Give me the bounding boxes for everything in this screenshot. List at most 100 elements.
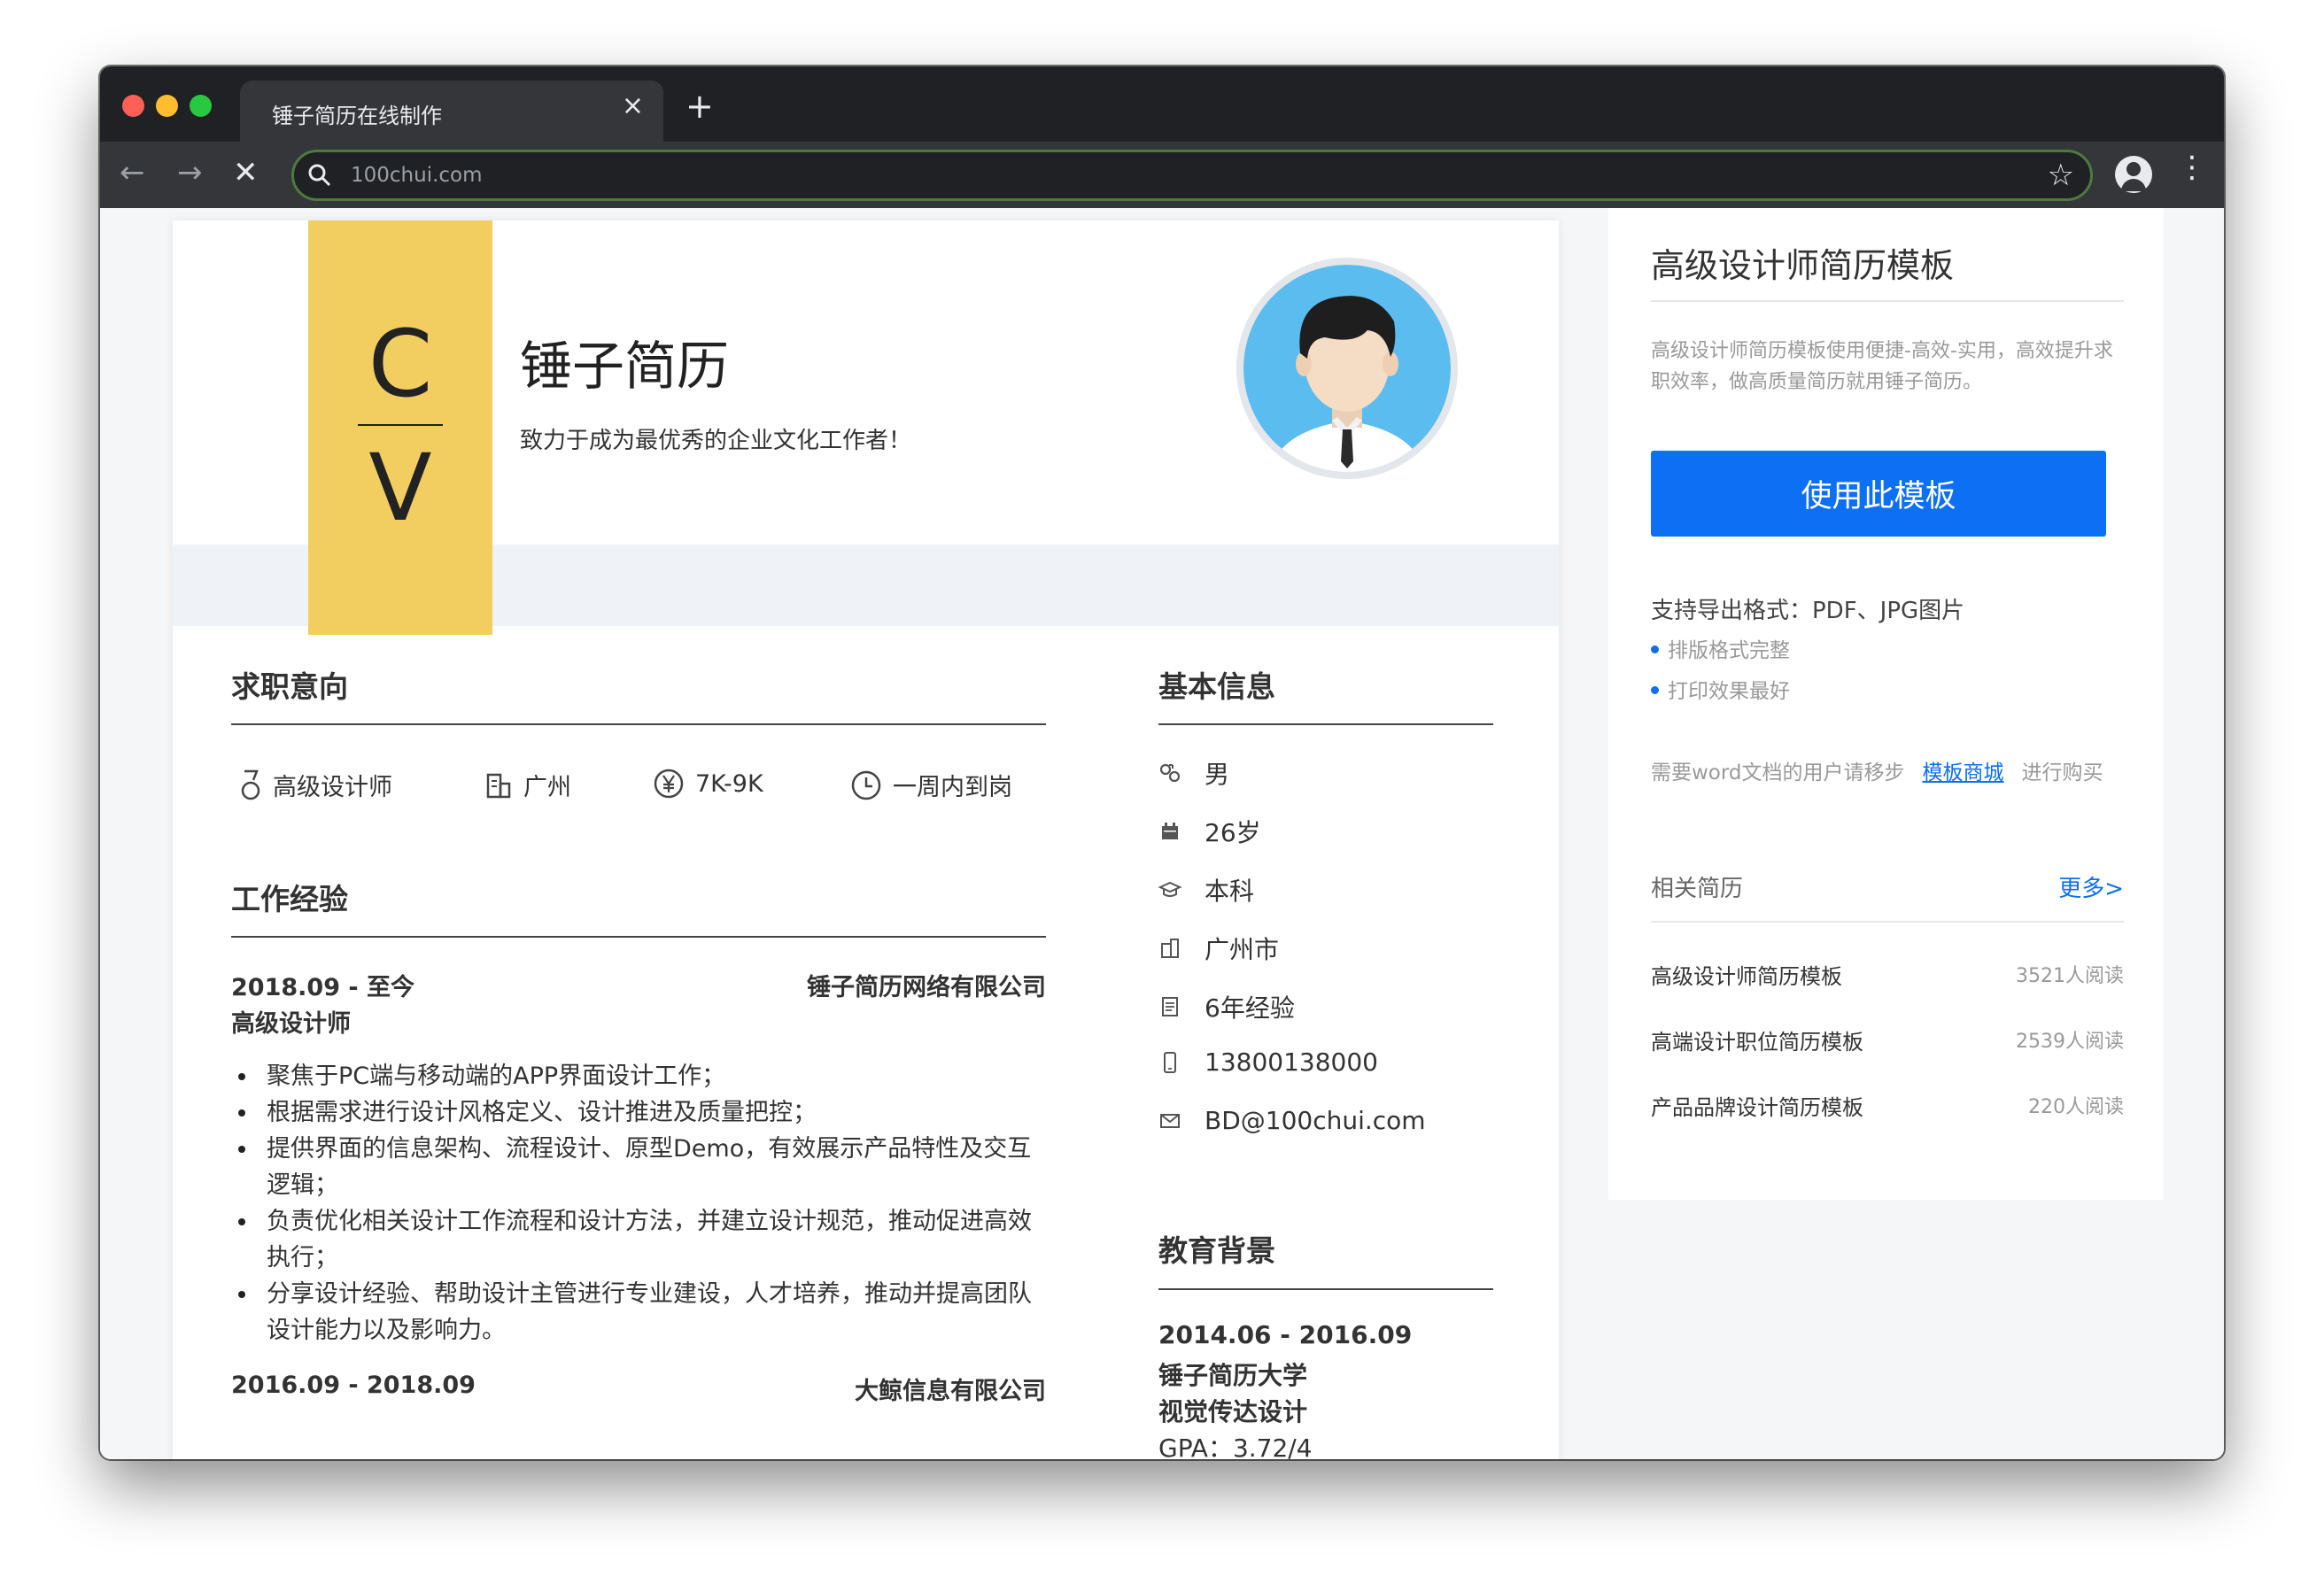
list-item: 分享设计经验、帮助设计主管进行专业建设，人才培养，推动并提高团队设计能力以及影响… (231, 1276, 1046, 1349)
document-icon (1162, 997, 1178, 1016)
list-item: 根据需求进行设计风格定义、设计推进及质量把控； (231, 1094, 1046, 1131)
cv-divider (358, 424, 443, 426)
resume-name: 锤子简历 (520, 336, 730, 397)
avatar-illustration (1243, 265, 1451, 472)
resume-preview: C V 锤子简历 致力于成为最优秀的企业文化工作者！ 求职意向 高级设计师 广州… (173, 220, 1559, 1459)
template-description: 高级设计师简历模板使用便捷-高效-实用，高效提升求职效率，做高质量简历就用锤子简… (1651, 340, 2113, 393)
sidebar-divider (1651, 300, 2124, 302)
section-rule-education (1158, 1288, 1493, 1290)
browser-toolbar: ← → ✕ 100chui.com ☆ ⋮ (100, 142, 2224, 208)
list-item: 聚焦于PC端与移动端的APP界面设计工作； (231, 1058, 1046, 1094)
intent-position-text: 高级设计师 (273, 774, 392, 801)
section-title-education: 教育背景 (1158, 1233, 1275, 1268)
intent-availability: 一周内到岗 (850, 768, 1012, 802)
info-degree-text: 本科 (1205, 877, 1255, 906)
intent-position: 高级设计师 (239, 768, 392, 802)
phone-icon (1164, 1051, 1176, 1073)
info-email-text: BD@100chui.com (1205, 1106, 1426, 1135)
job-1-duties: 聚焦于PC端与移动端的APP界面设计工作； 根据需求进行设计风格定义、设计推进及… (231, 1058, 1046, 1349)
cv-letter-c: C (368, 310, 433, 418)
section-title-basic: 基本信息 (1158, 669, 1275, 704)
stop-loading-icon[interactable]: ✕ (233, 158, 259, 188)
maximize-window-button[interactable] (190, 95, 212, 117)
browser-menu-icon[interactable]: ⋮ (2177, 152, 2207, 182)
medal-icon (241, 769, 260, 800)
job-1-role: 高级设计师 (231, 1010, 351, 1038)
related-item-reads: 3521人阅读 (2016, 965, 2124, 987)
info-city-text: 广州市 (1205, 935, 1280, 964)
export-formats: 支持导出格式：PDF、JPG图片 (1651, 598, 1965, 624)
page-content: C V 锤子简历 致力于成为最优秀的企业文化工作者！ 求职意向 高级设计师 广州… (100, 208, 2224, 1459)
new-tab-button[interactable]: + (686, 89, 714, 123)
minimize-window-button[interactable] (156, 95, 178, 117)
template-title: 高级设计师简历模板 (1651, 246, 1955, 285)
close-window-button[interactable] (122, 95, 144, 117)
browser-tab[interactable]: 锤子简历在线制作 × (240, 81, 663, 142)
graduation-cap-icon (1158, 881, 1181, 897)
section-title-intent: 求职意向 (231, 669, 348, 704)
job-2-period: 2016.09 - 2018.09 (231, 1372, 476, 1399)
building-icon (1161, 939, 1179, 958)
profile-avatar-icon[interactable] (2115, 156, 2152, 193)
back-arrow-icon[interactable]: ← (120, 158, 145, 188)
info-experience-text: 6年经验 (1205, 993, 1295, 1023)
info-gender: 男 (1158, 755, 1229, 791)
word-note: 需要word文档的用户请移步 模板商城 进行购买 (1651, 755, 2103, 785)
url-text: 100chui.com (351, 164, 483, 187)
address-bar[interactable]: 100chui.com ☆ (291, 150, 2093, 201)
feature-item: 打印效果最好 (1651, 674, 1790, 704)
info-age: 26岁 (1158, 814, 1261, 849)
related-item-reads: 2539人阅读 (2016, 1031, 2124, 1053)
info-email: BD@100chui.com (1158, 1106, 1426, 1135)
info-city: 广州市 (1158, 931, 1279, 966)
related-item-title[interactable]: 产品品牌设计简历模板 (1651, 1090, 1863, 1121)
intent-city-text: 广州 (523, 774, 571, 801)
intent-salary: 7K-9K (653, 768, 763, 800)
word-note-suffix: 进行购买 (2021, 761, 2103, 784)
tab-close-icon[interactable]: × (622, 93, 644, 120)
tab-bar: 锤子简历在线制作 × + (100, 66, 2224, 142)
info-phone: 13800138000 (1158, 1047, 1378, 1077)
intent-city: 广州 (484, 768, 571, 802)
job-1-period: 2018.09 - 至今 (231, 974, 414, 1001)
edu-period: 2014.06 - 2016.09 (1158, 1320, 1413, 1349)
related-resumes-title: 相关简历 (1651, 876, 1744, 902)
avatar (1236, 258, 1458, 479)
browser-window: 锤子简历在线制作 × + ← → ✕ 100chui.com ☆ ⋮ C V 锤… (100, 66, 2224, 1459)
section-rule-intent (231, 723, 1046, 725)
resume-motto: 致力于成为最优秀的企业文化工作者！ (520, 428, 912, 454)
cv-letter-v: V (368, 434, 432, 542)
intent-availability-text: 一周内到岗 (893, 774, 1012, 801)
use-template-button[interactable]: 使用此模板 (1651, 451, 2106, 537)
tab-title: 锤子简历在线制作 (272, 104, 442, 128)
list-item: 负责优化相关设计工作流程和设计方法，并建立设计规范，推动促进高效执行； (231, 1203, 1046, 1276)
section-rule-basic (1158, 723, 1493, 725)
related-item-title[interactable]: 高端设计职位简历模板 (1651, 1024, 1863, 1055)
cv-block: C V (308, 220, 492, 635)
info-age-text: 26岁 (1205, 818, 1261, 847)
calendar-icon (1162, 823, 1178, 839)
list-item: 提供界面的信息架构、流程设计、原型Demo，有效展示产品特性及交互逻辑； (231, 1131, 1046, 1203)
edu-gpa: GPA：3.72/4 (1158, 1434, 1313, 1459)
info-experience: 6年经验 (1158, 989, 1295, 1024)
word-note-prefix: 需要word文档的用户请移步 (1651, 761, 1905, 784)
template-sidebar: 高级设计师简历模板 高级设计师简历模板使用便捷-高效-实用，高效提升求职效率，做… (1608, 208, 2164, 1200)
template-store-link[interactable]: 模板商城 (1923, 761, 2004, 784)
related-item-reads: 220人阅读 (2028, 1096, 2124, 1118)
forward-arrow-icon[interactable]: → (177, 158, 203, 188)
section-rule-work (231, 936, 1046, 938)
mail-icon (1160, 1113, 1180, 1128)
feature-item: 排版格式完整 (1651, 633, 1790, 663)
info-degree: 本科 (1158, 872, 1254, 908)
intent-salary-text: 7K-9K (695, 769, 763, 798)
info-gender-text: 男 (1205, 760, 1230, 789)
building-icon (486, 773, 511, 798)
related-item-title[interactable]: 高级设计师简历模板 (1651, 959, 1842, 990)
bookmark-star-icon[interactable]: ☆ (2048, 158, 2074, 193)
more-link[interactable]: 更多> (2058, 870, 2124, 903)
related-divider (1651, 921, 2124, 923)
gender-icon (1159, 763, 1181, 783)
edu-major: 视觉传达设计 (1158, 1397, 1308, 1426)
yen-icon (654, 769, 684, 799)
info-phone-text: 13800138000 (1205, 1047, 1378, 1077)
